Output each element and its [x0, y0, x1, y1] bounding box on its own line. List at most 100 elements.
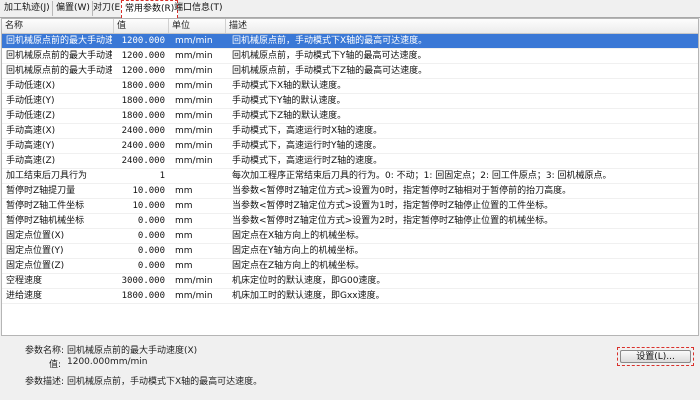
param-value-cell: 2400.000: [121, 156, 165, 166]
param-description-cell: 固定点在Z轴方向上的机械坐标。: [232, 261, 365, 271]
param-value-cell: 3000.000: [121, 276, 165, 286]
param-name-cell: 进给速度: [6, 291, 43, 301]
param-value-cell: 1: [159, 171, 165, 181]
param-name-label: 参数名称:: [25, 346, 65, 356]
param-unit-cell: mm/min: [175, 156, 213, 166]
param-value-cell: 1800.000: [121, 96, 165, 106]
param-name-cell: 固定点位置(X): [6, 231, 65, 241]
param-unit-cell: mm/min: [175, 81, 213, 91]
param-unit-cell: mm/min: [175, 111, 213, 121]
param-name-cell: 手动高速(Y): [6, 141, 55, 151]
param-unit-cell: mm/min: [175, 126, 213, 136]
param-unit-cell: mm/min: [175, 36, 213, 46]
table-row[interactable]: 固定点位置(Z) 0.000 mm 固定点在Z轴方向上的机械坐标。: [2, 259, 698, 274]
param-description-cell: 手动模式下，高速运行时Z轴的速度。: [232, 156, 383, 166]
param-unit-cell: mm/min: [175, 96, 213, 106]
param-description-cell: 当参数<暂停时Z轴定位方式>设置为0时，指定暂停时Z轴相对于暂停前的抬刀高度。: [232, 186, 572, 196]
param-unit-cell: mm: [175, 231, 193, 241]
param-value-cell: 1800.000: [121, 291, 165, 301]
column-header-value[interactable]: 值: [114, 19, 169, 33]
table-row[interactable]: 回机械原点前的最大手动速度(Z) 1200.000 mm/min 回机械原点前，手动模…: [2, 64, 698, 79]
param-description-cell: 固定点在Y轴方向上的机械坐标。: [232, 246, 364, 256]
param-unit-cell: mm/min: [175, 291, 213, 301]
param-unit-cell: mm/min: [175, 276, 213, 286]
param-unit-cell: mm: [175, 246, 193, 256]
table-row[interactable]: 手动低速(Z) 1800.000 mm/min 手动模式下Z轴的默认速度。: [2, 109, 698, 124]
set-button[interactable]: 设置(L)...: [620, 350, 691, 363]
param-name-cell: 固定点位置(Z): [6, 261, 65, 271]
param-name-cell: 空程速度: [6, 276, 43, 286]
tab-offset[interactable]: 偏置(W): [54, 1, 93, 16]
column-header-description[interactable]: 描述: [226, 19, 698, 33]
param-value-cell: 1800.000: [121, 81, 165, 91]
param-value-label: 值:: [49, 360, 62, 370]
table-row[interactable]: 固定点位置(X) 0.000 mm 固定点在X轴方向上的机械坐标。: [2, 229, 698, 244]
table-row[interactable]: 回机械原点前的最大手动速度(Y) 1200.000 mm/min 回机械原点前，手动模…: [2, 49, 698, 64]
table-row[interactable]: 加工结束后刀具行为 1 每次加工程序正常结束后刀具的行为。0: 不动；1: 回固定点…: [2, 169, 698, 184]
param-desc-label: 参数描述:: [25, 377, 65, 387]
table-row[interactable]: 暂停时Z轴机械坐标 0.000 mm 当参数<暂停时Z轴定位方式>设置为2时，指定暂停…: [2, 214, 698, 229]
param-description-cell: 当参数<暂停时Z轴定位方式>设置为2时，指定暂停时Z轴停止位置的机械坐标。: [232, 216, 554, 226]
table-row[interactable]: 进给速度 1800.000 mm/min 机床加工时的默认速度，即Gxx速度。: [2, 289, 698, 304]
column-header-name[interactable]: 名称: [2, 19, 114, 33]
param-name-cell: 手动低速(X): [6, 81, 56, 91]
param-value-cell: 0.000: [137, 231, 165, 241]
parameter-table[interactable]: 名称 值 单位 描述 回机械原点前的最大手动速度(X) 1200.000 mm/mi…: [1, 18, 699, 336]
column-header-unit[interactable]: 单位: [169, 19, 226, 33]
table-row[interactable]: 手动高速(X) 2400.000 mm/min 手动模式下，高速运行时X轴的速度。: [2, 124, 698, 139]
param-value-cell: 10.000: [132, 201, 165, 211]
set-button-highlight: 设置(L)...: [617, 347, 694, 366]
param-description-cell: 手动模式下Y轴的默认速度。: [232, 96, 346, 106]
param-description-cell: 机床定位时的默认速度，即G00速度。: [232, 276, 386, 286]
param-value-cell: 2400.000: [121, 126, 165, 136]
param-value-cell: 0.000: [137, 261, 165, 271]
param-name-cell: 手动低速(Z): [6, 111, 56, 121]
param-name-value: 回机械原点前的最大手动速度(X): [67, 346, 198, 356]
param-value-cell: 0.000: [137, 216, 165, 226]
param-name-cell: 手动低速(Y): [6, 96, 55, 106]
tab-common-params[interactable]: 常用参数(R): [121, 0, 179, 18]
param-value-cell: 0.000: [137, 246, 165, 256]
param-description-cell: 手动模式下，高速运行时Y轴的速度。: [232, 141, 382, 151]
param-description-cell: 机床加工时的默认速度，即Gxx速度。: [232, 291, 385, 301]
param-value-cell: 10.000: [132, 186, 165, 196]
param-description-cell: 手动模式下Z轴的默认速度。: [232, 111, 347, 121]
param-value-cell: 2400.000: [121, 141, 165, 151]
tab-machining-path[interactable]: 加工轨迹(J): [2, 1, 53, 16]
param-name-cell: 固定点位置(Y): [6, 246, 64, 256]
param-value-cell: 1200.000: [121, 36, 165, 46]
table-row[interactable]: 手动高速(Y) 2400.000 mm/min 手动模式下，高速运行时Y轴的速度。: [2, 139, 698, 154]
param-description-cell: 每次加工程序正常结束后刀具的行为。0: 不动；1: 回固定点；2: 回工件原点；…: [232, 171, 612, 181]
param-name-cell: 手动高速(X): [6, 126, 56, 136]
table-row[interactable]: 暂停时Z轴提刀量 10.000 mm 当参数<暂停时Z轴定位方式>设置为0时，指定暂停…: [2, 184, 698, 199]
param-value-value: 1200.000mm/min: [67, 357, 148, 367]
param-description-cell: 回机械原点前，手动模式下Z轴的最高可达速度。: [232, 66, 428, 76]
param-unit-cell: mm/min: [175, 51, 213, 61]
table-row[interactable]: 固定点位置(Y) 0.000 mm 固定点在Y轴方向上的机械坐标。: [2, 244, 698, 259]
param-value-cell: 1200.000: [121, 51, 165, 61]
table-row[interactable]: 手动低速(Y) 1800.000 mm/min 手动模式下Y轴的默认速度。: [2, 94, 698, 109]
tab-bar: 加工轨迹(J) 偏置(W) 对刀(E) 常用参数(R) 端口信息(T): [0, 0, 700, 18]
param-name-cell: 手动高速(Z): [6, 156, 56, 166]
param-name-cell: 回机械原点前的最大手动速度(Z): [6, 66, 112, 76]
table-row[interactable]: 暂停时Z轴工件坐标 10.000 mm 当参数<暂停时Z轴定位方式>设置为1时，指定暂…: [2, 199, 698, 214]
param-value-cell: 1200.000: [121, 66, 165, 76]
param-unit-cell: mm: [175, 261, 193, 271]
tab-port-info[interactable]: 端口信息(T): [172, 1, 225, 16]
param-description-cell: 回机械原点前，手动模式下Y轴的最高可达速度。: [232, 51, 427, 61]
table-header: 名称 值 单位 描述: [2, 19, 698, 34]
param-desc-value: 回机械原点前，手动模式下X轴的最高可达速度。: [67, 377, 263, 387]
param-unit-cell: mm: [175, 201, 193, 211]
table-row[interactable]: 回机械原点前的最大手动速度(X) 1200.000 mm/min 回机械原点前，手动模…: [2, 34, 698, 49]
param-name-cell: 回机械原点前的最大手动速度(X): [6, 36, 112, 46]
param-description-cell: 手动模式下，高速运行时X轴的速度。: [232, 126, 383, 136]
param-unit-cell: mm: [175, 186, 193, 196]
param-name-cell: 暂停时Z轴提刀量: [6, 186, 76, 196]
param-description-cell: 当参数<暂停时Z轴定位方式>设置为1时，指定暂停时Z轴停止位置的工件坐标。: [232, 201, 554, 211]
param-name-cell: 暂停时Z轴机械坐标: [6, 216, 85, 226]
param-name-cell: 暂停时Z轴工件坐标: [6, 201, 85, 211]
table-row[interactable]: 手动高速(Z) 2400.000 mm/min 手动模式下，高速运行时Z轴的速度。: [2, 154, 698, 169]
param-unit-cell: [171, 169, 227, 184]
table-row[interactable]: 手动低速(X) 1800.000 mm/min 手动模式下X轴的默认速度。: [2, 79, 698, 94]
table-row[interactable]: 空程速度 3000.000 mm/min 机床定位时的默认速度，即G00速度。: [2, 274, 698, 289]
